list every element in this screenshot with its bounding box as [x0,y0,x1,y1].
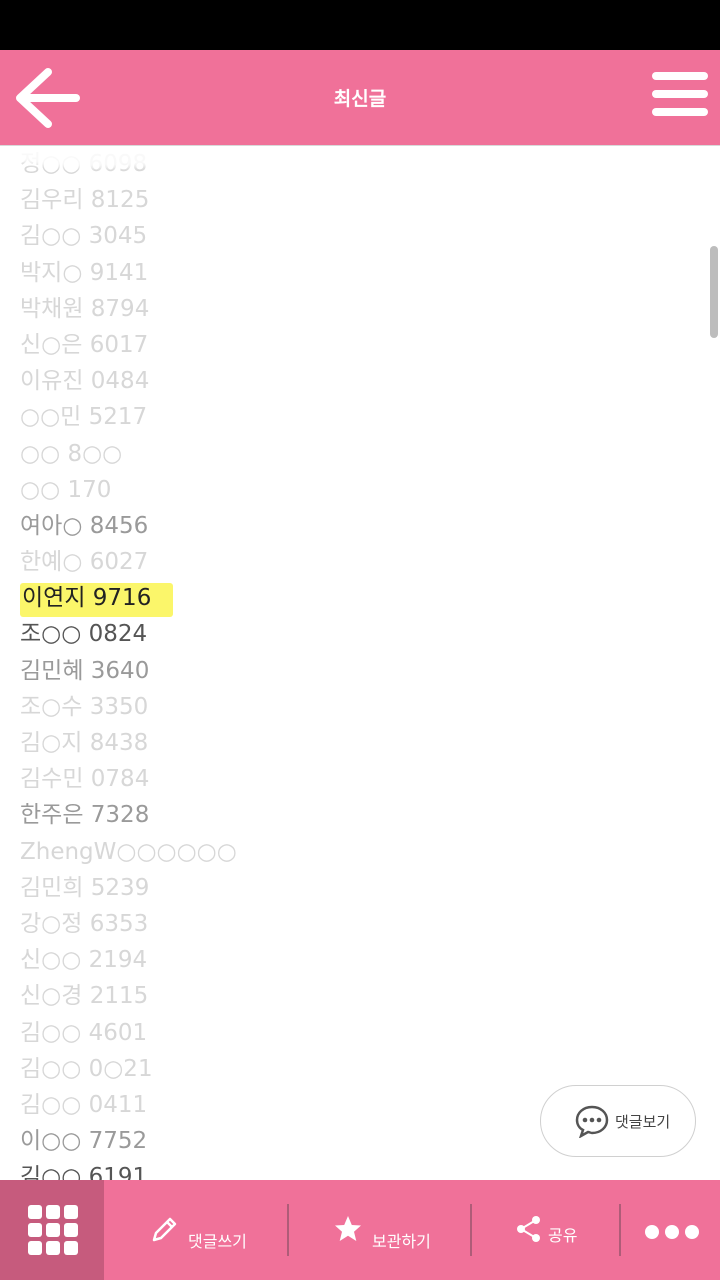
write-comment-button[interactable]: 댓글쓰기 [104,1180,288,1280]
name-item: ○○ 8○○ [20,436,237,472]
name-text: ○○ 170 [20,476,112,503]
name-text: 이유진 0484 [20,368,150,395]
name-text: 한예○ 6027 [20,549,149,576]
name-item: 강○정 6353 [20,906,237,942]
speech-bubble-icon [575,1105,609,1138]
name-text: 김○지 8438 [20,730,149,756]
name-text: 박지○ 9141 [20,259,149,286]
name-item: 김○○ 3045 [20,218,237,254]
name-text: 김우리 8125 [20,187,150,214]
name-item: 신○경 2115 [20,978,237,1014]
save-button[interactable]: 보관하기 [289,1180,471,1280]
name-item: 조○수 3350 [20,689,237,725]
name-text: 조○수 3350 [20,693,149,720]
hamburger-menu-button[interactable] [652,72,708,124]
name-text: 김○○ 4601 [20,1019,148,1046]
save-label: 보관하기 [372,1232,431,1251]
write-comment-label: 댓글쓰기 [188,1232,247,1251]
hamburger-menu-icon [652,72,708,116]
name-text: 김민혜 3640 [20,657,150,684]
name-text: 김○○ 0411 [20,1091,148,1118]
name-text: 신○○ 2194 [20,947,148,974]
name-item: 신○은 6017 [20,327,237,363]
name-list: 정○○ 6098김우리 8125김○○ 3045박지○ 9141박채원 8794… [20,146,237,1180]
name-item: ○○ 170 [20,472,237,508]
name-text: 김민희 5239 [20,874,150,901]
name-text: ○○민 5217 [20,404,148,431]
name-item: 한주은 7328 [20,797,237,833]
name-item: 김○○ 6191 [20,1159,237,1180]
name-item: 김민희 5239 [20,870,237,906]
post-content[interactable]: 정○○ 6098김우리 8125김○○ 3045박지○ 9141박채원 8794… [0,146,720,1180]
name-item: 김○○ 0411 [20,1087,237,1123]
name-text: 김수민 0784 [20,766,150,793]
more-button[interactable] [621,1180,720,1280]
name-item: 이○○ 7752 [20,1123,237,1159]
name-item: 박지○ 9141 [20,255,237,291]
name-text: 여아○ 8456 [20,512,149,539]
name-text: 이연지 9716 [20,583,174,618]
name-text: 이○○ 7752 [20,1128,148,1155]
name-text: ○○ 8○○ [20,440,123,467]
name-item: 김민혜 3640 [20,653,237,689]
status-bar [0,0,720,50]
name-item: 김○○ 0○21 [20,1051,237,1087]
name-text: 박채원 8794 [20,295,150,322]
name-text: 김○○ 0○21 [20,1055,153,1082]
name-item: 김○지 8438 [20,725,237,761]
share-button[interactable]: 공유 [472,1180,619,1280]
name-text: 조○○ 0824 [20,621,148,648]
name-text: 한주은 7328 [20,802,150,829]
name-text: 신○은 6017 [20,331,149,358]
pencil-icon [152,1217,177,1242]
share-label: 공유 [548,1226,578,1245]
share-icon [517,1216,540,1242]
name-item: ZhengW○○○○○○ [20,834,237,870]
name-item: 여아○ 8456 [20,508,237,544]
app-header: 최신글 [0,50,720,146]
name-text: 신○경 2115 [20,983,149,1010]
highlighted-name-item: 이연지 9716 [20,580,237,618]
bottom-toolbar: 댓글쓰기 보관하기 공유 [0,1180,720,1280]
name-text: 김○○ 3045 [20,223,148,250]
view-comments-label: 댓글보기 [615,1113,671,1131]
grid-menu-icon [28,1205,78,1255]
scrollbar-thumb[interactable] [710,246,718,338]
page-title: 최신글 [333,88,387,110]
name-item: 한예○ 6027 [20,544,237,580]
name-item: 김수민 0784 [20,761,237,797]
name-item: ○○민 5217 [20,399,237,435]
view-comments-button[interactable]: 댓글보기 [540,1085,696,1157]
name-item: 조○○ 0824 [20,616,237,652]
name-item: 김우리 8125 [20,182,237,218]
name-item: 김○○ 4601 [20,1015,237,1051]
grid-menu-button[interactable] [0,1180,104,1280]
name-text: ZhengW○○○○○○ [20,838,237,865]
name-item: 이유진 0484 [20,363,237,399]
star-icon [335,1216,361,1241]
name-text: 강○정 6353 [20,910,149,937]
name-text: 김○○ 6191 [20,1164,148,1180]
name-item: 신○○ 2194 [20,942,237,978]
name-item: 박채원 8794 [20,291,237,327]
